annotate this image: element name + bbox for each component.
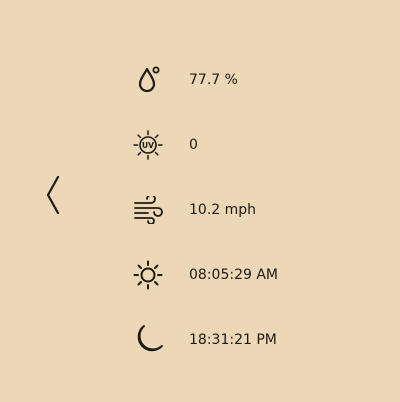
moon-icon xyxy=(128,322,168,358)
sunrise-row: 08:05:29 AM xyxy=(128,243,388,308)
wind-row: 10.2 mph xyxy=(128,178,388,243)
back-button[interactable] xyxy=(40,172,66,218)
sun-icon xyxy=(128,257,168,293)
humidity-droplet-icon xyxy=(128,62,168,98)
chevron-left-icon xyxy=(44,175,62,215)
wind-icon xyxy=(128,192,168,228)
wind-value: 10.2 mph xyxy=(189,202,257,218)
uv-index-row: UV 0 xyxy=(128,113,388,178)
uv-index-icon: UV xyxy=(128,127,168,163)
sunset-value: 18:31:21 PM xyxy=(189,332,277,348)
humidity-row: 77.7 % xyxy=(128,48,388,113)
sunset-row: 18:31:21 PM xyxy=(128,308,388,373)
sunrise-value: 08:05:29 AM xyxy=(189,267,278,283)
svg-text:UV: UV xyxy=(142,141,154,150)
uv-index-value: 0 xyxy=(189,137,198,153)
weather-details-panel: 77.7 % UV 0 10.2 mph 08:05:29 AM 18:31:2… xyxy=(128,48,388,373)
humidity-value: 77.7 % xyxy=(189,72,238,88)
